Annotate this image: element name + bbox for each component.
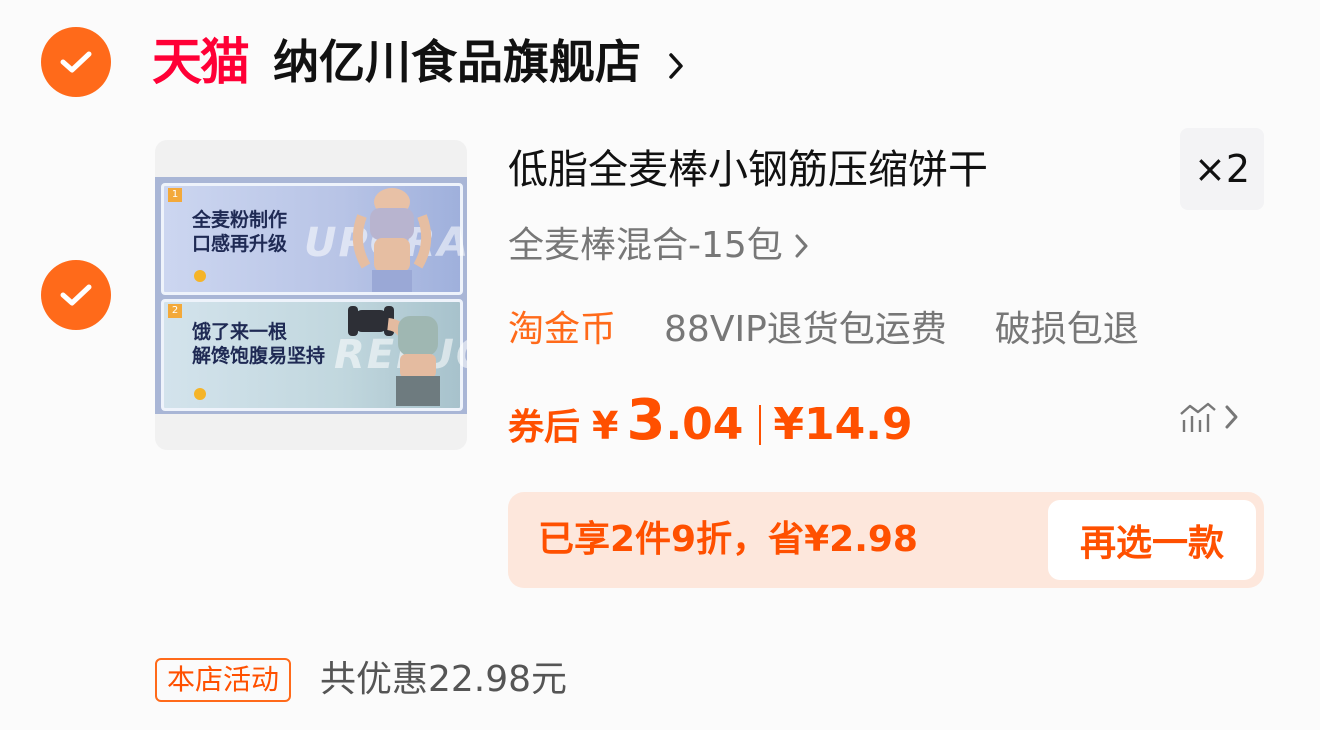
check-icon — [60, 284, 92, 306]
image-panel-top: 1 UPGRADE 全麦粉制作 口感再升级 — [161, 183, 467, 295]
panel-number: 1 — [168, 188, 182, 202]
price-integer: 3 — [626, 388, 666, 453]
shop-name-link[interactable]: 纳亿川食品旗舰店 — [273, 32, 687, 92]
panel-text: 全麦粉制作 口感再升级 — [192, 209, 288, 255]
chevron-right-icon — [795, 234, 808, 258]
chevron-right-icon — [669, 52, 683, 79]
shop-select-checkbox[interactable] — [41, 27, 111, 97]
store-activity-badge: 本店活动 — [155, 658, 292, 702]
shop-name: 纳亿川食品旗舰店 — [273, 35, 641, 89]
discount-text: 已享2件9折，省¥2.98 — [538, 519, 918, 560]
tag-taojinbi: 淘金币 — [508, 309, 617, 350]
price-trend-icon — [1180, 402, 1216, 432]
discount-banner: 已享2件9折，省¥2.98 再选一款 — [508, 492, 1264, 588]
play-dot-icon — [194, 388, 206, 400]
total-discount-text[interactable]: 共优惠22.98元 — [320, 652, 567, 708]
price-currency: ¥ — [592, 404, 619, 448]
chevron-right-icon — [1225, 405, 1238, 429]
panel-text: 饿了来一根 解馋饱腹易坚持 — [192, 321, 326, 367]
price-row: 券后 ¥ 3 .04 ¥14.9 — [508, 386, 913, 463]
add-another-item-button[interactable]: 再选一款 — [1048, 500, 1256, 580]
price-label: 券后 — [508, 407, 581, 448]
tmall-logo: 天猫 — [152, 33, 250, 91]
model-figure — [352, 188, 432, 292]
original-price: ¥14.9 — [773, 399, 913, 450]
play-dot-icon — [194, 270, 206, 282]
price-decimal: .04 — [665, 399, 744, 450]
image-panel-bottom: 2 RELUC 饿了来一根 解馋饱腹易坚持 — [161, 299, 467, 411]
check-icon — [60, 51, 92, 73]
quantity-stepper[interactable]: ×2 — [1180, 128, 1264, 210]
product-title[interactable]: 低脂全麦棒小钢筋压缩饼干 — [508, 140, 988, 200]
tag-88vip: 88VIP退货包运费 — [664, 309, 947, 350]
panel-number: 2 — [168, 304, 182, 318]
price-trend-button[interactable] — [1178, 400, 1240, 434]
sku-selector[interactable]: 全麦棒混合-15包 — [508, 218, 811, 274]
model-figure — [348, 306, 440, 406]
tag-damage-return: 破损包退 — [994, 309, 1139, 350]
product-image[interactable]: 1 UPGRADE 全麦粉制作 口感再升级 2 RELUC — [155, 140, 467, 450]
item-select-checkbox[interactable] — [41, 260, 111, 330]
price-divider — [759, 404, 762, 445]
service-tags: 淘金币 88VIP退货包运费 破损包退 — [508, 302, 1139, 358]
sku-label: 全麦棒混合-15包 — [508, 225, 783, 266]
